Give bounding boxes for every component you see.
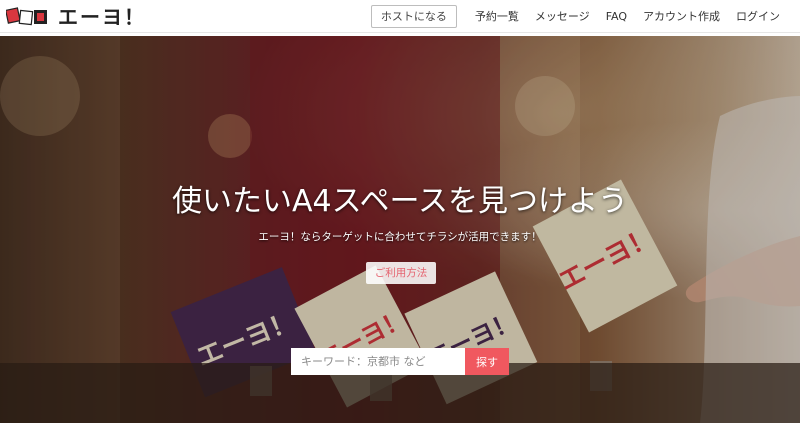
hero-subtitle: エーヨ！ならターゲットに合わせてチラシが活用できます！	[258, 231, 542, 243]
nav-link-create-account[interactable]: アカウント作成	[643, 6, 720, 27]
nav-link-login[interactable]: ログイン	[736, 6, 780, 27]
search-button[interactable]: 探す	[465, 348, 509, 375]
logo[interactable]: エーヨ！	[6, 5, 146, 29]
nav-link-reservations[interactable]: 予約一覧	[475, 6, 519, 27]
nav-link-faq[interactable]: FAQ	[606, 6, 627, 27]
search-input[interactable]	[291, 348, 465, 375]
site-header: エーヨ！ ホストになる 予約一覧 メッセージ FAQ アカウント作成 ログイン	[0, 0, 800, 33]
brand-name: エーヨ！	[58, 5, 146, 29]
main-nav: ホストになる 予約一覧 メッセージ FAQ アカウント作成 ログイン	[370, 5, 788, 28]
logo-icon	[6, 7, 47, 26]
hero-title: 使いたいA4スペースを見つけよう	[171, 184, 628, 219]
nav-link-messages[interactable]: メッセージ	[535, 6, 590, 27]
become-host-button[interactable]: ホストになる	[370, 5, 457, 28]
how-to-use-button[interactable]: ご利用方法	[366, 262, 436, 284]
